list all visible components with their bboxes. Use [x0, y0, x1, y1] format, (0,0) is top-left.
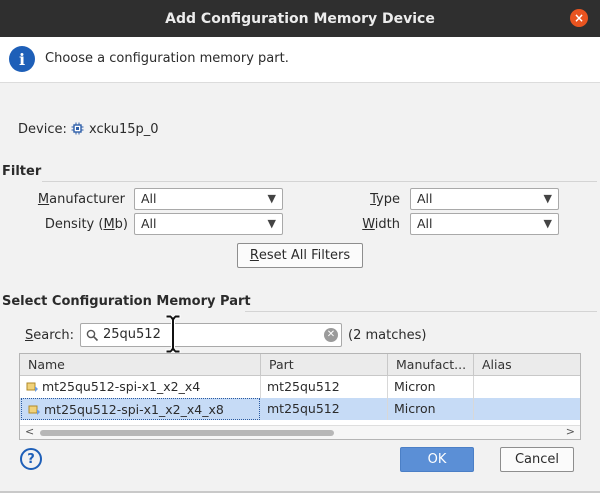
select-divider: [245, 311, 597, 312]
cell-name: mt25qu512-spi-x1_x2_x4_x8: [21, 398, 260, 420]
column-header-name[interactable]: Name: [20, 354, 261, 376]
cell-name: mt25qu512-spi-x1_x2_x4: [20, 376, 261, 398]
density-label: Density (Mb): [44, 217, 128, 232]
select-section-title: Select Configuration Memory Part: [2, 294, 251, 309]
memory-part-icon: [26, 382, 38, 392]
table-header: Name Part Manufact... Alias: [20, 354, 580, 376]
search-label: Search:: [25, 328, 75, 343]
text-cursor-icon: [165, 314, 181, 354]
window-title: Add Configuration Memory Device: [165, 10, 435, 27]
width-label: Width: [362, 217, 400, 232]
manufacturer-label: Manufacturer: [37, 192, 125, 207]
chevron-down-icon: ▼: [543, 192, 552, 205]
horizontal-scrollbar[interactable]: < >: [20, 425, 580, 439]
cell-manufacturer: Micron: [388, 398, 474, 420]
close-icon[interactable]: ×: [570, 9, 588, 27]
density-select[interactable]: All ▼: [134, 213, 283, 235]
match-count: (2 matches): [348, 328, 427, 343]
chevron-right-icon[interactable]: >: [566, 425, 575, 438]
type-select[interactable]: All ▼: [410, 188, 559, 210]
info-icon: i: [9, 46, 35, 72]
reset-filters-button[interactable]: Reset All Filters: [237, 243, 363, 268]
chevron-down-icon: ▼: [543, 217, 552, 230]
chip-icon: [71, 122, 84, 135]
cell-part: mt25qu512: [261, 398, 388, 420]
filter-divider: [42, 181, 597, 182]
device-label: Device:: [18, 122, 67, 137]
search-icon: [86, 329, 99, 342]
cell-alias: [474, 376, 580, 398]
search-value: 25qu512: [103, 327, 161, 342]
chevron-down-icon: ▼: [267, 192, 276, 205]
manufacturer-select[interactable]: All ▼: [134, 188, 283, 210]
scrollbar-thumb[interactable]: [40, 430, 334, 436]
ok-button[interactable]: OK: [400, 447, 474, 472]
cell-manufacturer: Micron: [388, 376, 474, 398]
column-header-manufacturer[interactable]: Manufact...: [388, 354, 474, 376]
device-value: xcku15p_0: [89, 122, 159, 137]
table-row[interactable]: mt25qu512-spi-x1_x2_x4 mt25qu512 Micron: [20, 376, 580, 398]
info-banner: i Choose a configuration memory part.: [0, 37, 600, 83]
column-header-alias[interactable]: Alias: [474, 354, 580, 376]
cancel-button[interactable]: Cancel: [500, 447, 574, 472]
memory-part-icon: [28, 405, 40, 415]
search-input[interactable]: 25qu512 ✕: [80, 323, 342, 347]
table-row[interactable]: mt25qu512-spi-x1_x2_x4_x8 mt25qu512 Micr…: [20, 398, 580, 420]
title-bar: Add Configuration Memory Device ×: [0, 0, 600, 37]
filter-section-title: Filter: [2, 164, 42, 179]
width-select[interactable]: All ▼: [410, 213, 559, 235]
help-icon[interactable]: ?: [20, 448, 42, 470]
banner-message: Choose a configuration memory part.: [45, 51, 289, 66]
type-label: Type: [370, 192, 400, 207]
clear-icon[interactable]: ✕: [324, 328, 338, 342]
cell-alias: [474, 398, 580, 420]
cell-part: mt25qu512: [261, 376, 388, 398]
chevron-left-icon[interactable]: <: [25, 425, 34, 438]
column-header-part[interactable]: Part: [261, 354, 388, 376]
parts-table: Name Part Manufact... Alias mt25qu512-sp…: [19, 353, 581, 440]
chevron-down-icon: ▼: [267, 217, 276, 230]
